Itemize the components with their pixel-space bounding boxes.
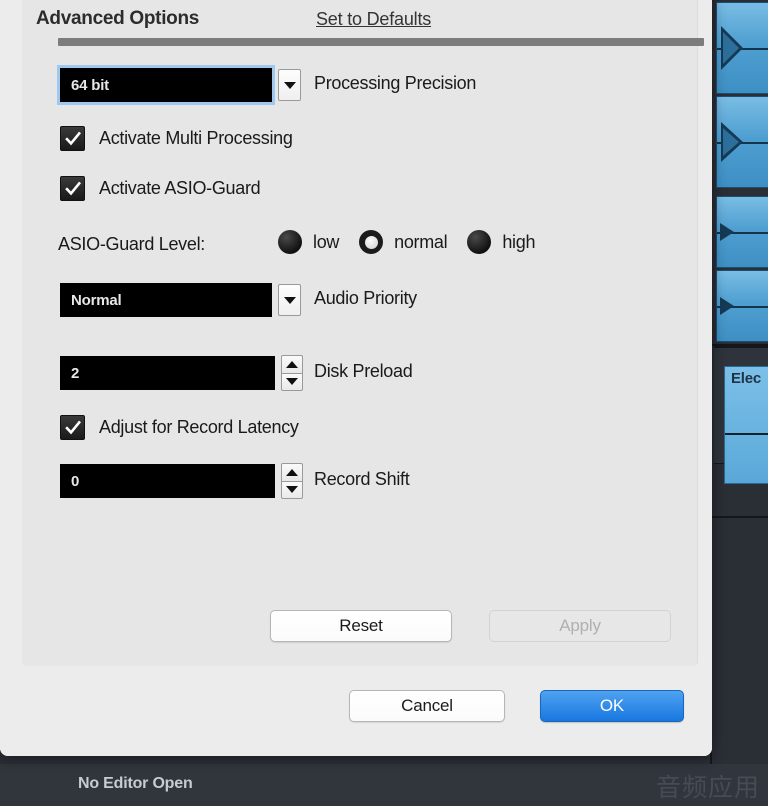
- dialog-content-panel: Advanced Options Set to Defaults 64 bit …: [22, 0, 698, 666]
- radio-normal-label: normal: [394, 232, 447, 253]
- check-icon: [65, 181, 81, 197]
- track-area[interactable]: Elec: [710, 0, 768, 770]
- record-shift-stepper[interactable]: [281, 463, 303, 499]
- radio-item-high[interactable]: high: [467, 230, 555, 254]
- record-shift-increment-button[interactable]: [281, 463, 303, 481]
- check-icon: [65, 420, 81, 436]
- multi-processing-label: Activate Multi Processing: [99, 128, 293, 149]
- radio-high-label: high: [502, 232, 535, 253]
- ok-button[interactable]: OK: [540, 690, 684, 722]
- chevron-up-icon: [286, 361, 298, 368]
- chevron-down-icon: [284, 82, 296, 89]
- processing-precision-dropdown-button[interactable]: [278, 69, 301, 101]
- disk-preload-increment-button[interactable]: [281, 355, 303, 373]
- disk-preload-field[interactable]: 2: [60, 356, 275, 390]
- reset-button[interactable]: Reset: [270, 610, 452, 642]
- processing-precision-field[interactable]: 64 bit: [60, 68, 272, 102]
- processing-precision-label: Processing Precision: [314, 73, 476, 94]
- disk-preload-label: Disk Preload: [314, 361, 412, 382]
- waveform-transient-icon: [719, 222, 735, 242]
- waveform-transient-icon: [719, 296, 735, 316]
- set-to-defaults-link[interactable]: Set to Defaults: [316, 9, 431, 30]
- multi-processing-checkbox-row[interactable]: Activate Multi Processing: [60, 126, 293, 151]
- dialog-footer: Cancel OK: [0, 666, 712, 756]
- audio-priority-label: Audio Priority: [314, 288, 417, 309]
- part-divider: [725, 433, 768, 435]
- row-processing-precision: 64 bit Processing Precision: [22, 66, 698, 104]
- chevron-up-icon: [286, 469, 298, 476]
- screen-root: Elec No Editor Open 音频应用 Advanced Option…: [0, 0, 768, 806]
- cancel-button[interactable]: Cancel: [349, 690, 505, 722]
- audio-clip[interactable]: [716, 96, 768, 188]
- status-bar: No Editor Open: [0, 764, 768, 806]
- status-label: No Editor Open: [78, 775, 193, 793]
- midi-part-name: Elec: [725, 367, 768, 389]
- row-disk-preload: 2 Disk Preload: [22, 356, 698, 394]
- asio-guard-level-label: ASIO-Guard Level:: [58, 234, 205, 255]
- waveform-transient-icon: [719, 116, 745, 168]
- audio-priority-field[interactable]: Normal: [60, 283, 272, 317]
- asio-guard-level-radio-group: low normal high: [278, 230, 555, 254]
- waveform-transient-icon: [719, 22, 745, 74]
- asio-guard-label: Activate ASIO-Guard: [99, 178, 260, 199]
- record-latency-checkbox-row[interactable]: Adjust for Record Latency: [60, 415, 299, 440]
- record-shift-field[interactable]: 0: [60, 464, 275, 498]
- radio-item-normal[interactable]: normal: [359, 230, 467, 254]
- record-shift-decrement-button[interactable]: [281, 481, 303, 500]
- radio-item-low[interactable]: low: [278, 230, 359, 254]
- page-title: Advanced Options: [36, 8, 199, 30]
- chevron-down-icon: [284, 297, 296, 304]
- header-separator: [58, 38, 704, 46]
- row-audio-priority: Normal Audio Priority: [22, 282, 698, 320]
- asio-guard-checkbox[interactable]: [60, 176, 85, 201]
- chevron-down-icon: [286, 378, 298, 385]
- audio-priority-dropdown-button[interactable]: [278, 284, 301, 316]
- record-shift-label: Record Shift: [314, 469, 409, 490]
- watermark-text: 音频应用: [656, 768, 760, 804]
- radio-low-label: low: [313, 232, 339, 253]
- apply-button: Apply: [489, 610, 671, 642]
- record-latency-label: Adjust for Record Latency: [99, 417, 299, 438]
- audio-clip[interactable]: [716, 2, 768, 94]
- chevron-down-icon: [286, 486, 298, 493]
- track-separator: [710, 344, 768, 346]
- radio-low[interactable]: [278, 230, 302, 254]
- audio-clip[interactable]: [716, 196, 768, 268]
- track-separator: [710, 516, 768, 518]
- record-latency-checkbox[interactable]: [60, 415, 85, 440]
- multi-processing-checkbox[interactable]: [60, 126, 85, 151]
- audio-clip[interactable]: [716, 270, 768, 342]
- disk-preload-decrement-button[interactable]: [281, 373, 303, 392]
- disk-preload-stepper[interactable]: [281, 355, 303, 391]
- row-record-shift: 0 Record Shift: [22, 464, 698, 502]
- asio-guard-checkbox-row[interactable]: Activate ASIO-Guard: [60, 176, 260, 201]
- dialog-header: Advanced Options Set to Defaults: [36, 8, 686, 42]
- check-icon: [65, 131, 81, 147]
- radio-normal[interactable]: [359, 230, 383, 254]
- row-asio-guard-level: ASIO-Guard Level: low normal high: [22, 230, 698, 264]
- radio-high[interactable]: [467, 230, 491, 254]
- advanced-options-dialog: Advanced Options Set to Defaults 64 bit …: [0, 0, 712, 756]
- midi-part[interactable]: Elec: [724, 366, 768, 484]
